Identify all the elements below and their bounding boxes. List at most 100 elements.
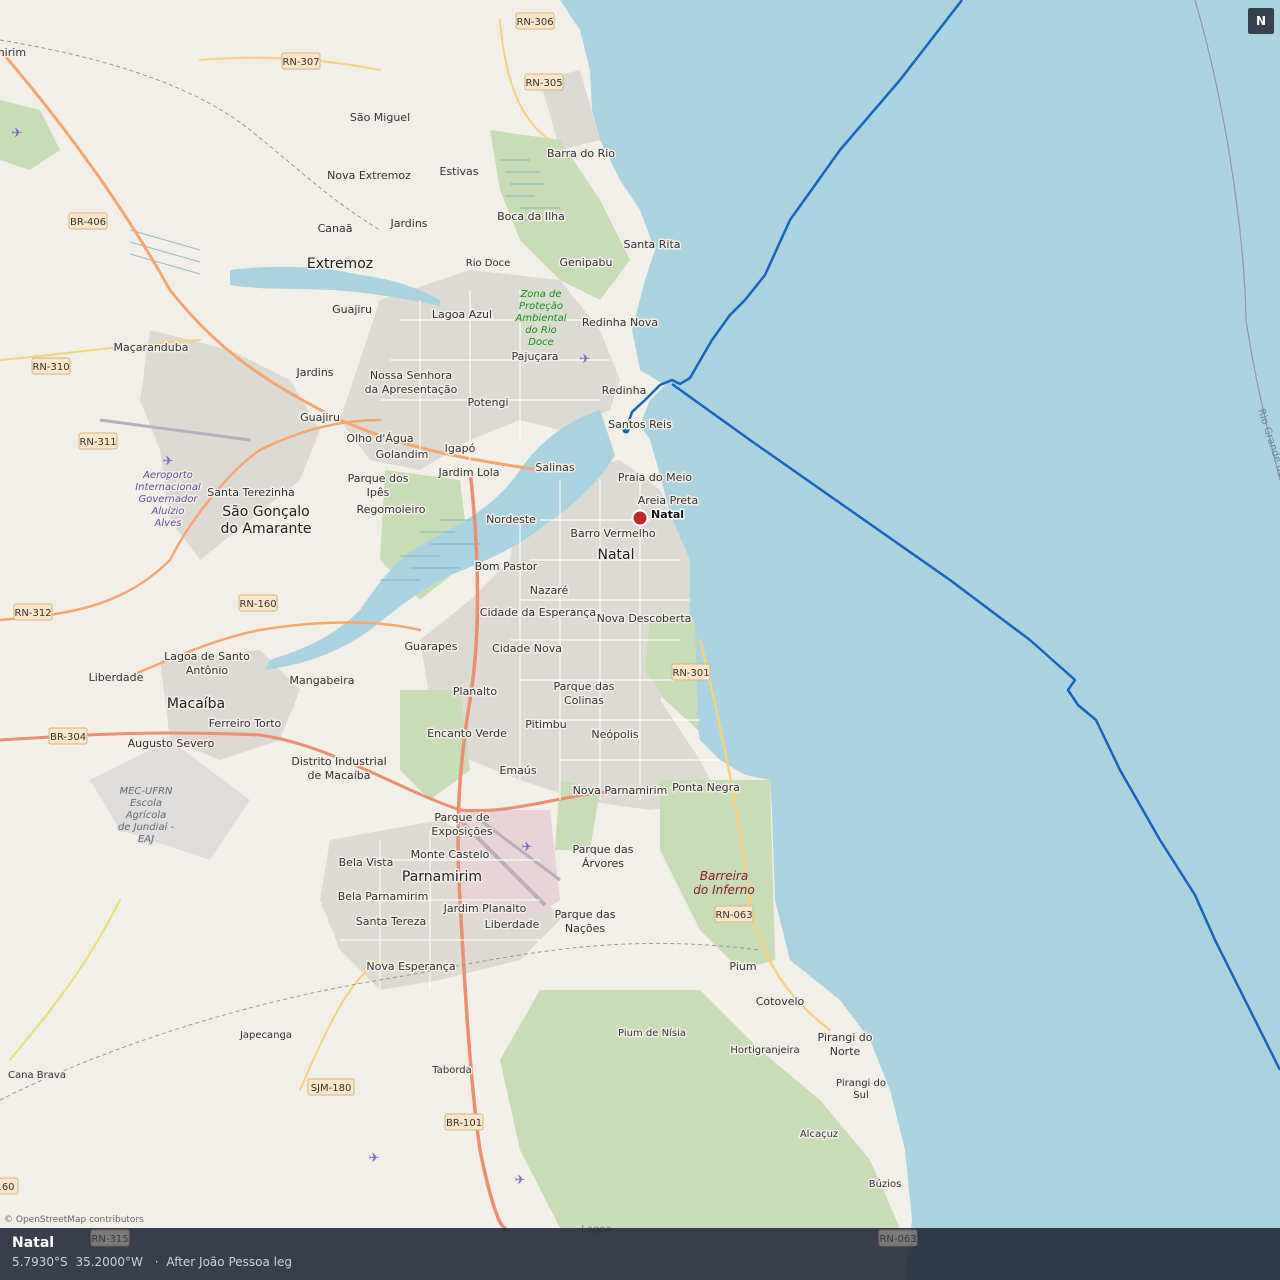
label-zona-protecao-2: Proteção <box>519 301 563 312</box>
caption-separator: · <box>154 1255 159 1269</box>
shield-rn310: RN-310 <box>31 357 71 375</box>
label-ponta-negra: Ponta Negra <box>672 781 740 794</box>
location-marker-label: Natal <box>651 508 684 521</box>
label-alcacuz: Alcaçuz <box>800 1129 838 1140</box>
label-pajucara: Pajuçara <box>512 350 559 363</box>
label-pium-de-nisia: Pium de Nísia <box>618 1027 686 1039</box>
label-parque-das-arvores: Parque das <box>573 843 634 856</box>
shield-sjm180: SJM-180 <box>307 1078 355 1096</box>
label-rio-doce: Rio Doce <box>466 258 511 269</box>
label-extremoz: Extremoz <box>307 256 373 272</box>
location-marker-icon <box>631 509 649 527</box>
label-parque-de-exposicoes-2: Exposições <box>431 825 493 838</box>
label-mangabeira: Mangabeira <box>290 674 355 687</box>
label-pirangi-do-norte-2: Norte <box>830 1045 861 1058</box>
label-zona-protecao-5: Doce <box>528 337 553 348</box>
label-pium: Pium <box>729 960 756 973</box>
label-nova-parnamirim: Nova Parnamirim <box>573 784 668 797</box>
airport-icon: ✈ <box>522 840 533 855</box>
label-parque-de-exposicoes: Parque de <box>434 811 489 824</box>
map-canvas[interactable]: Natal São Gonçalo do Amarante Extremoz M… <box>0 0 1280 1280</box>
label-liberdade: Liberdade <box>89 671 144 684</box>
label-nazare: Nazaré <box>530 584 569 597</box>
label-sao-goncalo: São Gonçalo <box>222 504 310 520</box>
label-natal: Natal <box>597 547 634 563</box>
label-distrito-industrial: Distrito Industrial <box>291 755 386 768</box>
label-santa-rita: Santa Rita <box>624 238 681 251</box>
label-cotovelo: Cotovelo <box>756 995 805 1008</box>
label-potengi: Potengi <box>467 396 508 409</box>
label-guarapes: Guarapes <box>405 640 458 653</box>
label-lagoa-de-santo-2: Antônio <box>186 664 229 677</box>
shield-br304: BR-304 <box>48 727 88 745</box>
label-liberdade-2: Liberdade <box>485 918 540 931</box>
label-zona-protecao-3: Ambiental <box>514 313 566 324</box>
label-pirangi-do-sul: Pirangi do <box>836 1078 886 1089</box>
label-estivas: Estivas <box>439 165 478 178</box>
caption-details: 5.7930°S 35.2000°W · After João Pessoa l… <box>12 1255 296 1269</box>
label-planalto: Planalto <box>453 685 498 698</box>
label-barro-vermelho: Barro Vermelho <box>570 527 655 540</box>
svg-text:RN-312: RN-312 <box>14 608 51 619</box>
svg-text:RN-311: RN-311 <box>79 437 116 448</box>
label-bela-vista: Bela Vista <box>339 856 394 869</box>
shield-br101: BR-101 <box>444 1113 484 1131</box>
label-parque-dos-ipes-2: Ipês <box>367 486 390 499</box>
label-barreira-do-inferno: Barreira <box>700 869 748 883</box>
label-campus-3: Agrícola <box>125 809 167 821</box>
label-macaiba: Macaíba <box>167 696 225 712</box>
label-zona-protecao-4: do Rio <box>525 325 557 336</box>
airport-icon: ✈ <box>580 352 591 367</box>
svg-text:RN-301: RN-301 <box>672 668 709 679</box>
label-areia-preta: Areia Preta <box>638 494 698 507</box>
svg-text:RN-160: RN-160 <box>239 599 276 610</box>
svg-text:SJM-180: SJM-180 <box>311 1083 352 1094</box>
caption-longitude: 35.2000°W <box>75 1255 143 1269</box>
label-redinha-nova: Redinha Nova <box>582 316 658 329</box>
svg-text:RN-310: RN-310 <box>32 362 69 373</box>
label-ferreiro-torto: Ferreiro Torto <box>209 717 282 730</box>
shield-rn063: RN-063 <box>714 905 754 923</box>
north-compass-icon[interactable]: N <box>1248 8 1274 34</box>
airport-icon: ✈ <box>12 126 23 141</box>
label-boca-da-ilha: Boca da Ilha <box>497 210 565 223</box>
label-santa-terezinha: Santa Terezinha <box>207 486 294 499</box>
label-aeroporto-2: Internacional <box>135 482 201 493</box>
shield-rn160: RN-160 <box>238 594 278 612</box>
svg-text:RN-063: RN-063 <box>715 910 752 921</box>
label-golandim: Golandim <box>376 448 429 461</box>
label-macaranduba: Maçaranduba <box>114 341 189 354</box>
airport-icon: ✈ <box>515 1173 526 1188</box>
map-attribution: © OpenStreetMap contributors <box>4 1215 144 1225</box>
label-buzios: Búzios <box>869 1178 902 1190</box>
label-barreira-do-inferno-2: do Inferno <box>693 883 754 897</box>
label-pirangi-do-sul-2: Sul <box>853 1090 868 1101</box>
label-nova-descoberta: Nova Descoberta <box>597 612 692 625</box>
caption-note: After João Pessoa leg <box>166 1255 292 1269</box>
label-nova-esperanca: Nova Esperança <box>366 960 455 973</box>
label-taborda: Taborda <box>431 1065 471 1076</box>
label-japecanga: Japecanga <box>239 1030 292 1041</box>
label-nordeste: Nordeste <box>486 513 536 526</box>
caption-latitude: 5.7930°S <box>12 1255 68 1269</box>
label-pirangi-do-norte: Pirangi do <box>818 1031 873 1044</box>
label-zona-protecao: Zona de <box>519 289 561 300</box>
label-parque-das-nacoes: Parque das <box>555 908 616 921</box>
svg-text:RN-306: RN-306 <box>516 17 553 28</box>
label-barra-do-rio: Barra do Rio <box>547 147 615 160</box>
shield-rn312: RN-312 <box>13 603 53 621</box>
label-augusto-severo: Augusto Severo <box>128 737 215 750</box>
label-aeroporto-5: Alves <box>154 518 182 529</box>
label-neopolis: Neópolis <box>591 728 639 741</box>
location-caption: Natal 5.7930°S 35.2000°W · After João Pe… <box>0 1228 1280 1280</box>
label-bom-pastor: Bom Pastor <box>475 560 538 573</box>
label-guajiru-2: Guajiru <box>300 411 340 424</box>
label-nova-extremoz: Nova Extremoz <box>327 169 411 182</box>
label-redinha: Redinha <box>602 384 647 397</box>
label-aeroporto-4: Aluízio <box>151 505 185 517</box>
label-campus-2: Escola <box>130 798 162 809</box>
shield-rn301: RN-301 <box>671 663 711 681</box>
svg-text:RN-307: RN-307 <box>282 57 319 68</box>
label-pitimbu: Pitimbu <box>525 718 567 731</box>
label-jardim-lola: Jardim Lola <box>437 466 499 479</box>
